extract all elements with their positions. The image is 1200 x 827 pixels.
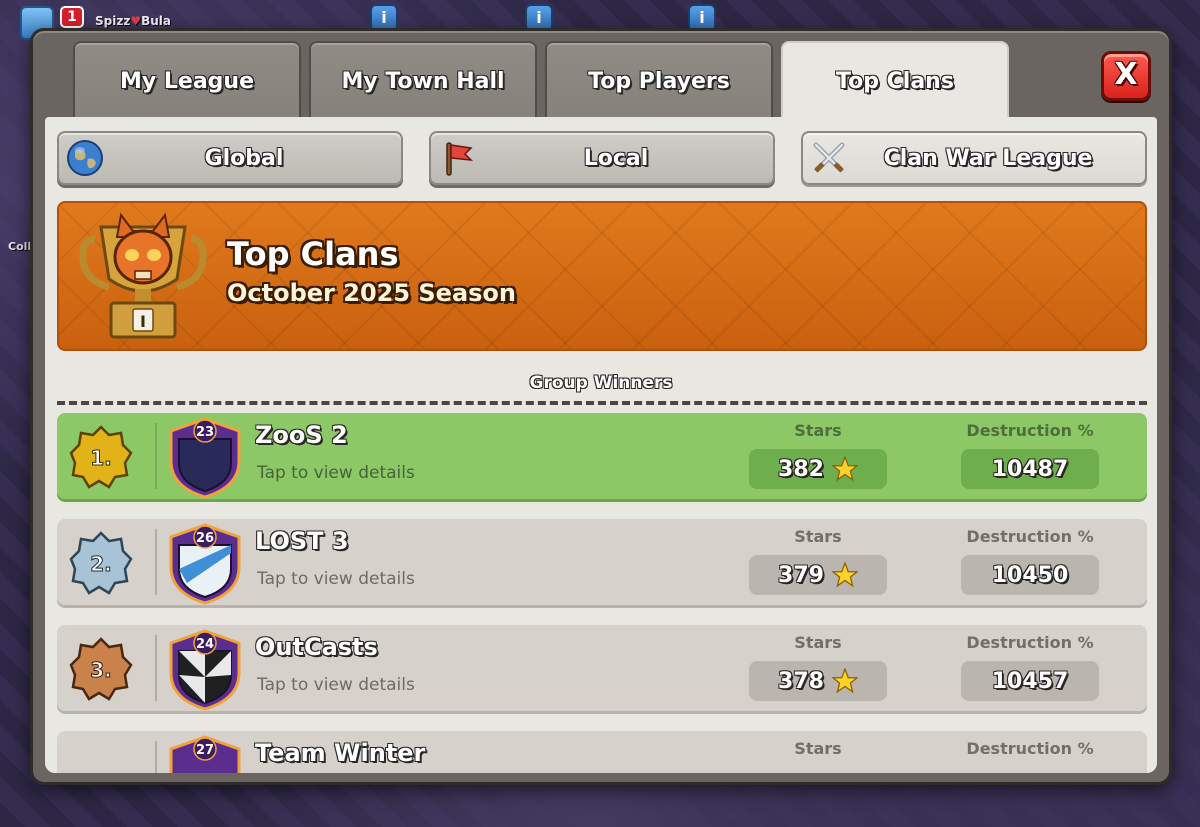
destruction-value: 10487: [961, 449, 1099, 489]
tap-to-view-hint: Tap to view details: [257, 463, 415, 483]
clan-name: OutCasts: [255, 633, 378, 661]
leaderboard-modal: My League My Town Hall Top Players Top C…: [30, 28, 1172, 785]
star-icon: [831, 668, 858, 694]
tap-to-view-hint: Tap to view details: [257, 569, 415, 589]
clan-level-text: 23: [196, 425, 214, 440]
clan-row[interactable]: 2. 26 LOST 3 Tap to view details Stars D…: [57, 519, 1147, 605]
clan-row[interactable]: 4. 27 Team Winter Stars Destruction %: [57, 731, 1147, 773]
clan-name: ZooS 2: [255, 421, 348, 449]
clan-badge-icon: 27: [169, 735, 241, 773]
row-divider: [155, 635, 157, 701]
destruction-value: 10457: [961, 661, 1099, 701]
clan-badge-icon: 24: [169, 629, 241, 711]
stars-count: 378: [778, 668, 824, 694]
local-filter-label: Local: [583, 145, 649, 171]
destruction-column-label: Destruction %: [966, 421, 1094, 440]
rank-text: 1.: [90, 446, 112, 470]
rank-text: 2.: [90, 552, 112, 576]
silver-rank-badge-icon: 2.: [69, 531, 133, 595]
stars-column-label: Stars: [794, 633, 842, 652]
local-filter-button[interactable]: Local: [429, 131, 775, 185]
clan-badge-icon: 23: [169, 417, 241, 499]
row-divider: [155, 423, 157, 489]
tab-top-players[interactable]: Top Players: [545, 41, 773, 119]
row-divider: [155, 529, 157, 595]
destruction-column-label: Destruction %: [966, 527, 1094, 546]
stars-value: 382: [749, 449, 887, 489]
banner-title: Top Clans: [227, 235, 399, 273]
tab-top-clans[interactable]: Top Clans: [781, 41, 1009, 119]
globe-icon: [65, 138, 105, 178]
stars-value: 378: [749, 661, 887, 701]
trophy-rank-text: I: [140, 312, 146, 331]
hud-player-name: Spizz♥Bula: [95, 14, 171, 28]
stars-column-label: Stars: [794, 739, 842, 758]
tab-my-league[interactable]: My League: [73, 41, 301, 119]
stars-value: 379: [749, 555, 887, 595]
star-icon: [831, 562, 858, 588]
clan-war-league-filter-button[interactable]: Clan War League: [801, 131, 1147, 185]
clan-row[interactable]: 3. 24 OutCasts Tap to view details Stars…: [57, 625, 1147, 711]
tab-my-town-hall[interactable]: My Town Hall: [309, 41, 537, 119]
rank-text: 3.: [90, 658, 112, 682]
season-banner: I Top Clans October 2025 Season: [57, 201, 1147, 351]
banner-season: October 2025 Season: [227, 279, 517, 307]
stars-count: 379: [778, 562, 824, 588]
clan-name: LOST 3: [255, 527, 349, 555]
heart-icon: ♥: [130, 14, 142, 28]
clan-level-text: 24: [196, 637, 214, 652]
section-label: Group Winners: [529, 373, 673, 393]
stars-column-label: Stars: [794, 527, 842, 546]
global-filter-label: Global: [204, 145, 284, 171]
gold-rank-badge-icon: 1.: [69, 425, 133, 489]
tab-bar: My League My Town Hall Top Players Top C…: [73, 41, 1009, 119]
content-panel: Global Local Clan War League I Top Clans…: [45, 117, 1157, 773]
filter-row: Global Local Clan War League: [57, 131, 1147, 187]
destruction-value: 10450: [961, 555, 1099, 595]
flag-icon: [437, 138, 477, 178]
cwl-trophy-icon: I: [79, 212, 207, 339]
star-icon: [831, 456, 858, 482]
section-divider: [57, 401, 1147, 405]
clan-row[interactable]: 1. 23 ZooS 2 Tap to view details Stars D…: [57, 413, 1147, 499]
stars-column-label: Stars: [794, 421, 842, 440]
clan-level-text: 26: [196, 531, 214, 546]
bronze-rank-badge-icon: 3.: [69, 637, 133, 701]
tap-to-view-hint: Tap to view details: [257, 675, 415, 695]
notification-badge: 1: [60, 6, 84, 28]
crossed-swords-icon: [809, 138, 849, 178]
clan-name: Team Winter: [255, 739, 426, 767]
rank-badge-icon: 4.: [69, 743, 133, 773]
global-filter-button[interactable]: Global: [57, 131, 403, 185]
stars-count: 382: [778, 456, 824, 482]
close-button[interactable]: X: [1101, 51, 1151, 101]
clan-level-text: 27: [196, 743, 214, 758]
clan-badge-icon: 26: [169, 523, 241, 605]
row-divider: [155, 741, 157, 773]
clan-war-league-filter-label: Clan War League: [883, 145, 1093, 171]
destruction-column-label: Destruction %: [966, 739, 1094, 758]
destruction-column-label: Destruction %: [966, 633, 1094, 652]
